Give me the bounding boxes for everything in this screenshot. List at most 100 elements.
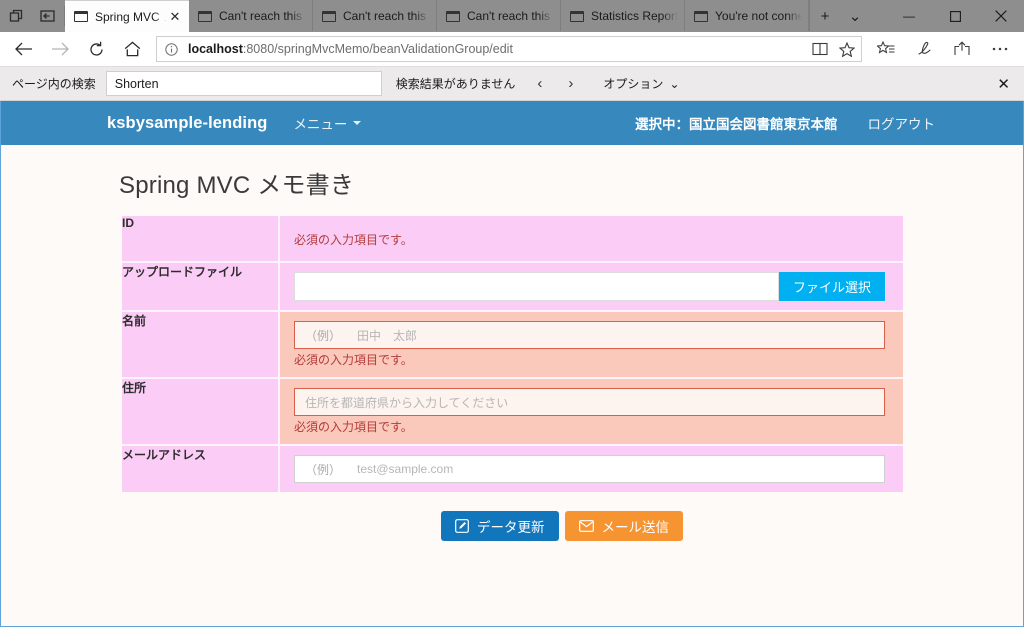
form-row-name: 名前 （例） 田中 太郎 必須の入力項目です。 xyxy=(122,311,903,378)
browser-tab[interactable]: Can't reach this pa xyxy=(437,0,561,32)
page-icon xyxy=(694,10,708,22)
selected-library-label: 選択中：国立国会図書館東京本館 xyxy=(635,117,838,132)
find-options-label: オプション xyxy=(603,77,664,91)
tab-title: Spring MVC メ xyxy=(95,9,167,24)
find-next-button[interactable]: › xyxy=(568,75,573,92)
email-input[interactable]: （例） test@sample.com xyxy=(294,455,885,483)
pen-icon[interactable] xyxy=(906,34,942,64)
refresh-icon[interactable] xyxy=(78,34,114,64)
tab-title: Can't reach this pa xyxy=(467,9,554,23)
favorites-hub-icon[interactable] xyxy=(868,34,904,64)
chevron-down-icon[interactable]: ⌄ xyxy=(840,0,870,32)
tab-title: Statistics Report fo xyxy=(591,9,678,23)
restore-window-icon[interactable] xyxy=(0,0,32,32)
close-window-button[interactable] xyxy=(978,0,1024,32)
page-viewport: ksbysample-lending メニュー 選択中：国立国会図書館東京本館 … xyxy=(0,101,1024,627)
email-placeholder: test@sample.com xyxy=(357,462,454,476)
minimize-button[interactable]: — xyxy=(886,0,932,32)
page-icon xyxy=(446,10,460,22)
page-icon xyxy=(322,10,336,22)
memo-form-table: ID 必須の入力項目です。 アップロードファイル ファイル選択 名前 （例） 田… xyxy=(122,216,903,492)
page-icon xyxy=(198,10,212,22)
find-label: ページ内の検索 xyxy=(12,77,96,91)
name-placeholder-prefix: （例） xyxy=(305,328,342,343)
email-placeholder-prefix: （例） xyxy=(305,462,342,477)
update-data-button[interactable]: データ更新 xyxy=(441,511,559,541)
address-bar-actions xyxy=(804,41,855,57)
name-input[interactable]: （例） 田中 太郎 xyxy=(294,321,885,349)
browser-window: Spring MVC メ ✕ Can't reach this pa Can't… xyxy=(0,0,1024,627)
page-content: Spring MVC メモ書き ID 必須の入力項目です。 アップロードファイル… xyxy=(1,165,1023,541)
maximize-button[interactable] xyxy=(932,0,978,32)
find-input[interactable]: Shorten xyxy=(105,71,382,96)
chevron-down-icon: ⌄ xyxy=(669,76,680,91)
edit-square-icon xyxy=(455,519,469,533)
form-value-upload-file: ファイル選択 xyxy=(279,262,903,311)
form-value-address: 住所を都道府県から入力してください 必須の入力項目です。 xyxy=(279,378,903,445)
more-icon[interactable] xyxy=(982,34,1018,64)
browser-tab[interactable]: Statistics Report fo xyxy=(561,0,685,32)
new-tab-button[interactable]: + xyxy=(810,0,840,32)
envelope-icon xyxy=(578,520,594,532)
home-icon[interactable] xyxy=(114,34,150,64)
form-label-name: 名前 xyxy=(122,311,280,378)
page-icon xyxy=(570,10,584,22)
back-icon[interactable] xyxy=(6,34,42,64)
find-options-button[interactable]: オプション ⌄ xyxy=(603,75,679,92)
forward-icon[interactable] xyxy=(42,34,78,64)
form-label-email: メールアドレス xyxy=(122,445,280,492)
address-placeholder: 住所を都道府県から入力してください xyxy=(305,395,509,410)
upload-file-input[interactable] xyxy=(294,272,779,301)
back-to-tabs-icon[interactable] xyxy=(32,0,64,32)
app-navbar: ksbysample-lending メニュー 選択中：国立国会図書館東京本館 … xyxy=(1,101,1023,145)
find-in-page-bar: ページ内の検索 Shorten 検索結果がありません ‹ › オプション ⌄ ✕ xyxy=(0,66,1024,101)
page-title: Spring MVC メモ書き xyxy=(119,172,355,199)
form-label-upload-file: アップロードファイル xyxy=(122,262,280,311)
url-host: localhost xyxy=(188,42,243,56)
form-row-id: ID 必須の入力項目です。 xyxy=(122,216,903,262)
share-icon[interactable] xyxy=(944,34,980,64)
star-icon[interactable] xyxy=(839,41,855,57)
form-value-id: 必須の入力項目です。 xyxy=(279,216,903,262)
tab-close-icon[interactable]: ✕ xyxy=(167,9,183,24)
find-close-button[interactable]: ✕ xyxy=(997,75,1014,93)
name-placeholder: 田中 太郎 xyxy=(357,328,418,343)
form-label-id: ID xyxy=(122,216,280,262)
find-status: 検索結果がありません xyxy=(395,77,516,91)
browser-tab[interactable]: You're not connec xyxy=(685,0,809,32)
error-message-id: 必須の入力項目です。 xyxy=(294,233,413,247)
find-previous-button[interactable]: ‹ xyxy=(537,75,542,92)
error-message-name: 必須の入力項目です。 xyxy=(294,353,413,367)
window-controls: — xyxy=(886,0,1024,32)
toolbar-actions xyxy=(868,34,1018,64)
update-data-label: データ更新 xyxy=(477,520,545,535)
logout-link[interactable]: ログアウト xyxy=(868,113,936,133)
error-message-address: 必須の入力項目です。 xyxy=(294,420,413,434)
browser-toolbar: localhost:8080/springMvcMemo/beanValidat… xyxy=(0,32,1024,66)
address-bar-url: localhost:8080/springMvcMemo/beanValidat… xyxy=(188,42,804,56)
nav-menu-dropdown[interactable]: メニュー xyxy=(293,113,362,133)
tab-title: Can't reach this pa xyxy=(219,9,306,23)
app-brand[interactable]: ksbysample-lending xyxy=(107,114,267,133)
send-mail-label: メール送信 xyxy=(601,520,670,535)
app-navbar-right: 選択中：国立国会図書館東京本館 ログアウト xyxy=(635,113,1007,133)
form-value-name: （例） 田中 太郎 必須の入力項目です。 xyxy=(279,311,903,378)
url-path: :8080/springMvcMemo/beanValidationGroup/… xyxy=(242,42,513,56)
file-select-button[interactable]: ファイル選択 xyxy=(778,272,885,301)
form-row-address: 住所 住所を都道府県から入力してください 必須の入力項目です。 xyxy=(122,378,903,445)
browser-tab[interactable]: Can't reach this pa xyxy=(189,0,313,32)
info-icon[interactable] xyxy=(165,42,178,56)
send-mail-button[interactable]: メール送信 xyxy=(564,511,683,541)
tab-title: Can't reach this pa xyxy=(343,9,430,23)
address-input[interactable]: 住所を都道府県から入力してください xyxy=(294,388,885,416)
form-value-email: （例） test@sample.com xyxy=(279,445,903,492)
book-icon[interactable] xyxy=(812,42,828,56)
browser-tab-active[interactable]: Spring MVC メ ✕ xyxy=(65,0,189,32)
tab-title: You're not connec xyxy=(715,9,802,23)
address-bar[interactable]: localhost:8080/springMvcMemo/beanValidat… xyxy=(156,36,862,62)
browser-tab[interactable]: Can't reach this pa xyxy=(313,0,437,32)
find-navigation: ‹ › xyxy=(537,75,573,92)
form-label-address: 住所 xyxy=(122,378,280,445)
form-actions: データ更新 メール送信 xyxy=(1,511,1023,541)
page-icon xyxy=(74,11,88,22)
